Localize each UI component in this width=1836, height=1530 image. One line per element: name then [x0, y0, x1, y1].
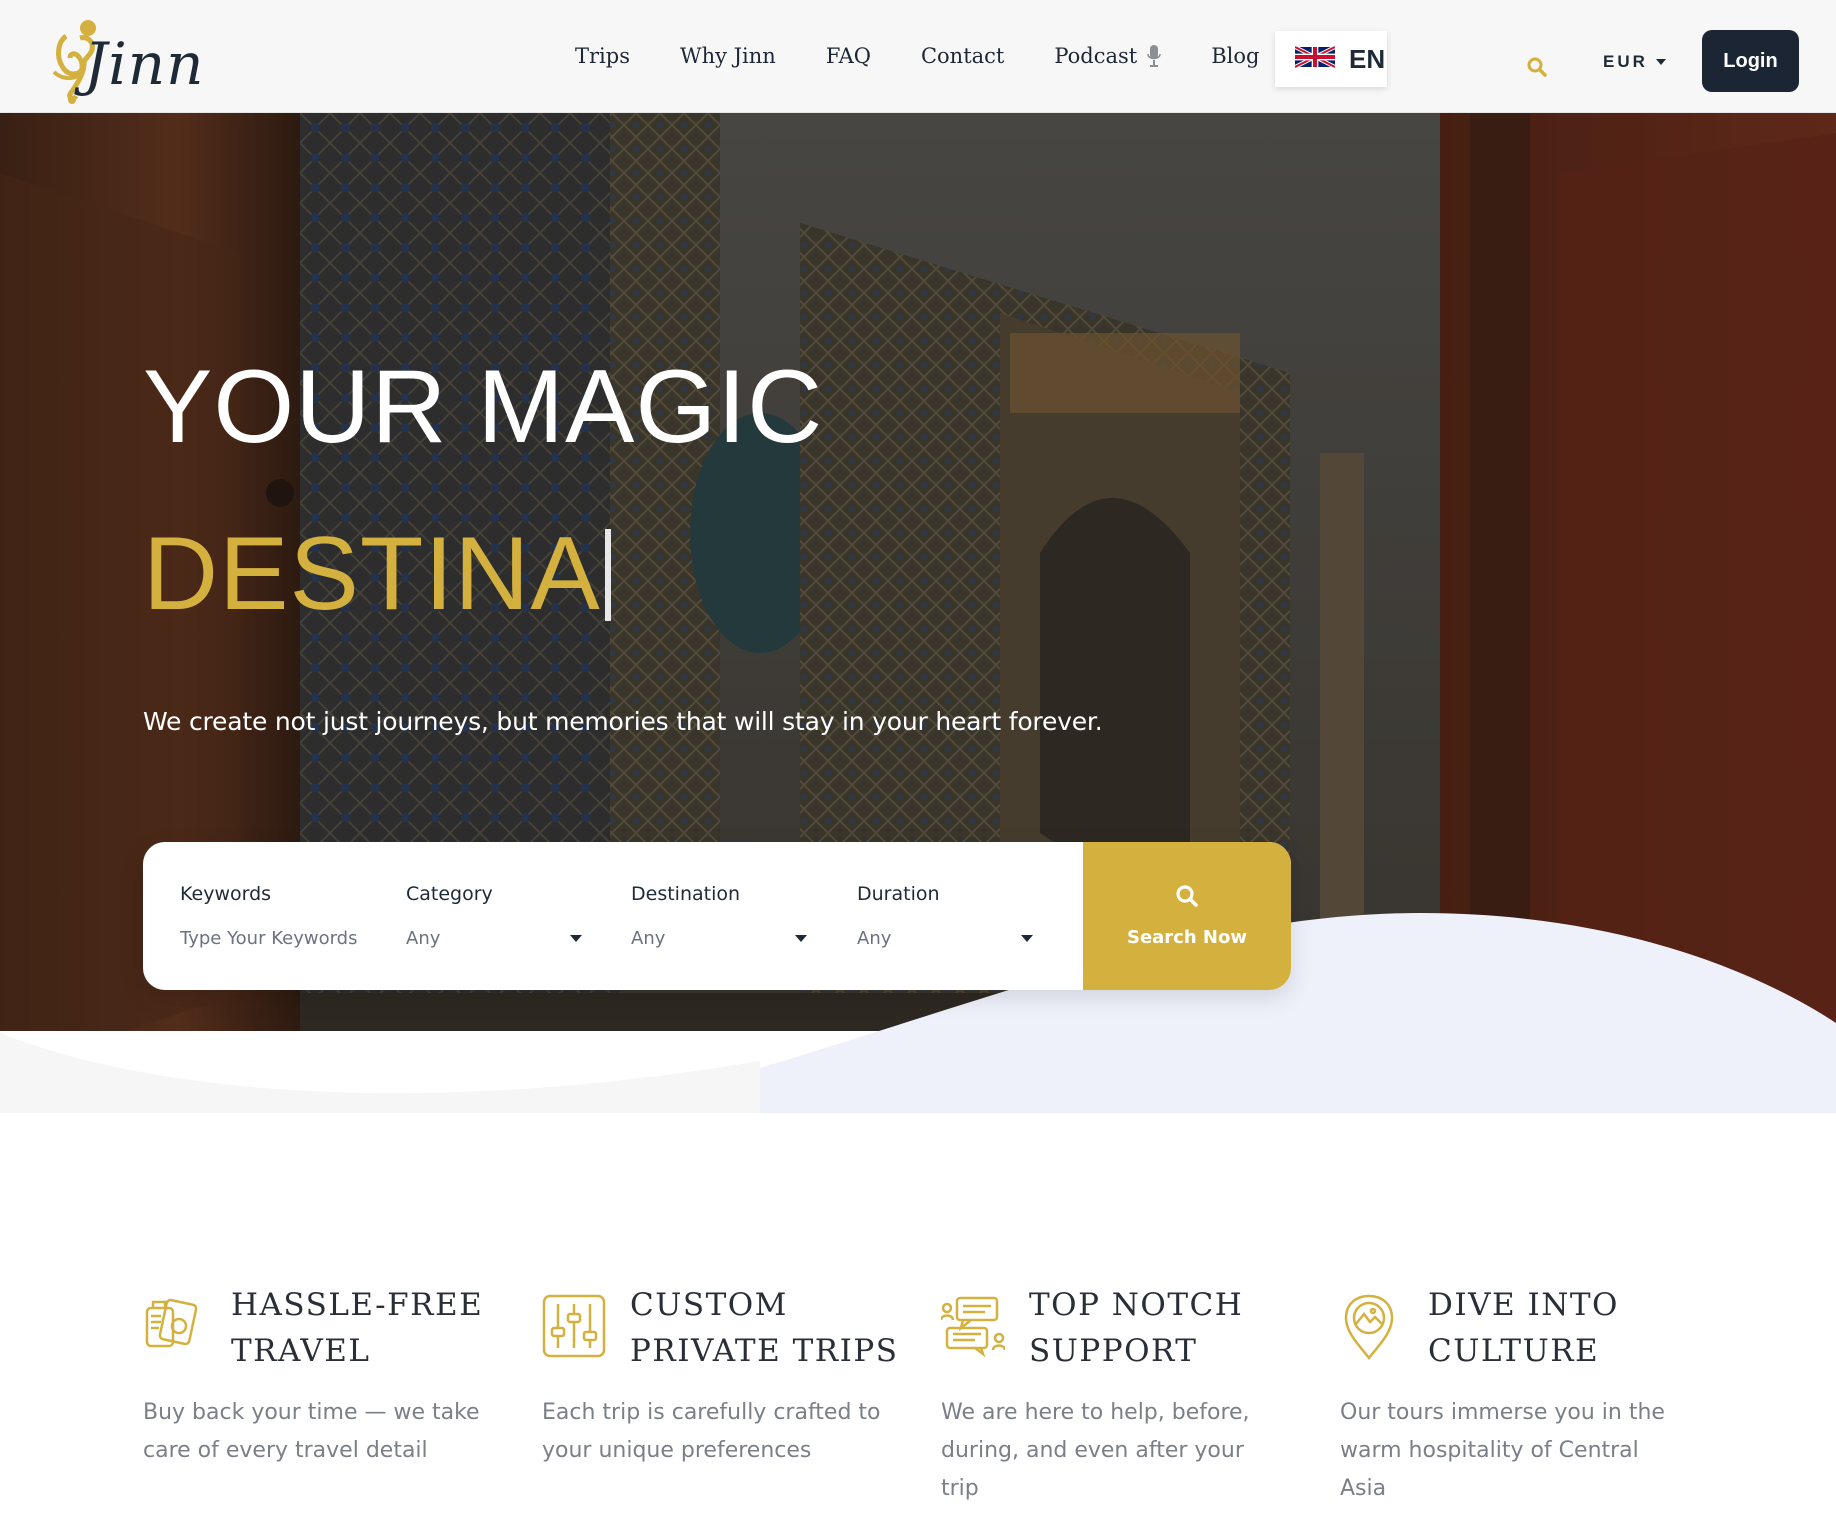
feature-title: DIVE INTO CULTURE [1428, 1287, 1619, 1369]
hero-subtitle: We create not just journeys, but memorie… [143, 707, 1103, 736]
chat-support-icon [939, 1292, 1007, 1360]
keywords-input[interactable]: Type Your Keywords [180, 928, 357, 949]
nav-contact[interactable]: Contact [921, 44, 1004, 68]
logo-text: Jinn [84, 30, 205, 98]
passport-icon [143, 1292, 201, 1360]
trip-search-form: Keywords Type Your Keywords Category Any… [143, 842, 1291, 990]
feature-title: TOP NOTCH SUPPORT [1029, 1287, 1244, 1369]
language-switcher[interactable]: EN [1275, 31, 1387, 87]
hero-title-typed-text: DESTINA [143, 516, 601, 632]
nav-why-jinn-label: Why Jinn [679, 44, 776, 68]
destination-label: Destination [631, 883, 741, 905]
nav-trips-label: Trips [575, 44, 630, 68]
destination-select[interactable]: Destination Any [631, 842, 821, 990]
microphone-icon [1147, 45, 1161, 67]
nav-podcast-label: Podcast [1054, 44, 1138, 68]
feature-description: Our tours immerse you in the warm hospit… [1340, 1400, 1665, 1501]
feature-title: HASSLE-FREE TRAVEL [231, 1287, 484, 1369]
search-now-label: Search Now [1126, 927, 1247, 948]
keywords-label: Keywords [180, 883, 272, 905]
typing-cursor [604, 528, 611, 621]
nav-trips[interactable]: Trips [575, 44, 630, 68]
login-button-label: Login [1723, 49, 1778, 72]
duration-select[interactable]: Duration Any [857, 842, 1047, 990]
feature-description: Buy back your time — we take care of eve… [143, 1400, 480, 1463]
chevron-down-icon [1655, 59, 1666, 65]
search-icon [1175, 884, 1199, 913]
keywords-field[interactable]: Keywords Type Your Keywords [180, 842, 390, 990]
search-now-button[interactable]: Search Now [1083, 842, 1291, 990]
feature-title: CUSTOM PRIVATE TRIPS [630, 1287, 899, 1369]
site-header: Jinn Trips Why Jinn FAQ Contact Podcast … [0, 0, 1836, 113]
map-pin-icon [1340, 1292, 1398, 1361]
category-select[interactable]: Category Any [406, 842, 596, 990]
feature-description: Each trip is carefully crafted to your u… [542, 1400, 881, 1463]
nav-blog[interactable]: Blog [1211, 44, 1259, 68]
chevron-down-icon [795, 935, 807, 942]
nav-faq-label: FAQ [825, 44, 871, 68]
jinn-logo[interactable]: Jinn [48, 16, 208, 112]
nav-podcast[interactable]: Podcast [1054, 44, 1161, 68]
uk-flag-icon [1294, 42, 1336, 77]
nav-blog-label: Blog [1211, 44, 1260, 68]
destination-value: Any [631, 928, 666, 949]
duration-value: Any [857, 928, 892, 949]
currency-value: EUR [1603, 52, 1648, 71]
sliders-icon [542, 1292, 606, 1360]
category-label: Category [406, 883, 493, 905]
header-search-icon[interactable] [1526, 56, 1548, 78]
nav-faq[interactable]: FAQ [826, 44, 871, 68]
nav-why-jinn[interactable]: Why Jinn [680, 44, 776, 68]
chevron-down-icon [1021, 935, 1033, 942]
hero-title-line1: YOUR MAGIC [143, 349, 824, 465]
feature-description: We are here to help, before, during, and… [941, 1400, 1250, 1501]
category-value: Any [406, 928, 441, 949]
main-nav: Trips Why Jinn FAQ Contact Podcast Blog [575, 44, 1309, 68]
login-button[interactable]: Login [1702, 30, 1799, 92]
hero-title-line2: DESTINA [143, 515, 611, 634]
currency-selector[interactable]: EUR [1603, 52, 1666, 72]
chevron-down-icon [570, 935, 582, 942]
language-code: EN [1349, 43, 1386, 74]
nav-contact-label: Contact [920, 44, 1005, 68]
duration-label: Duration [857, 883, 940, 905]
